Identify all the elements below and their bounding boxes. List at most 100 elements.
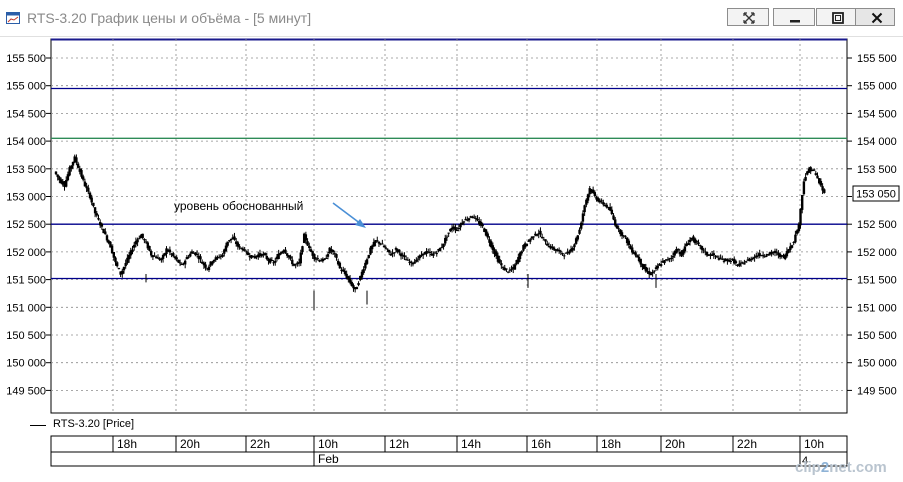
candle-body: [775, 251, 778, 253]
candle-body: [90, 197, 93, 203]
y-tick-label-left: 150 500: [6, 330, 46, 342]
candle-body: [83, 181, 87, 187]
price-candle: [148, 245, 151, 252]
candle-body: [559, 251, 563, 253]
candle-body: [586, 194, 590, 201]
y-tick-label-right: 153 500: [857, 164, 897, 176]
candle-body: [563, 255, 566, 257]
y-tick-label-left: 149 500: [6, 385, 46, 397]
candle-body: [389, 254, 393, 256]
candle-body: [148, 245, 151, 251]
y-tick-label-right: 155 500: [857, 53, 897, 65]
candle-body: [743, 263, 746, 265]
candle-body: [659, 264, 663, 266]
candle-body: [168, 249, 172, 253]
candle-body: [442, 243, 445, 248]
candle-body: [81, 176, 85, 180]
chart-window-icon: [6, 11, 20, 24]
time-axis: [50, 435, 848, 467]
candle-body: [153, 255, 156, 257]
candle-body: [104, 231, 107, 235]
candle-body: [506, 271, 510, 273]
candle-body: [224, 245, 228, 252]
y-tick-label-right: 152 000: [857, 247, 897, 259]
candle-body: [438, 247, 442, 252]
candle-body: [144, 241, 148, 243]
candle-body: [719, 257, 722, 259]
candle-body: [666, 259, 670, 261]
y-tick-label-left: 153 500: [6, 164, 46, 176]
candle-body: [357, 283, 360, 286]
maximize-button[interactable]: [816, 8, 858, 26]
candle-body: [734, 261, 738, 264]
price-chart[interactable]: 155 500 155 500 155 000 155 000 154 500 154 5…: [0, 36, 903, 482]
candle-body: [243, 249, 246, 251]
candle-body: [486, 233, 489, 238]
candle-body: [819, 181, 823, 186]
y-tick-label-left: 151 000: [6, 302, 46, 314]
restore-down-button[interactable]: [727, 8, 769, 26]
legend-line-swatch: [30, 425, 46, 426]
candle-body: [525, 243, 529, 247]
candle-body: [544, 239, 547, 242]
candle-body: [284, 249, 287, 254]
candle-body: [513, 264, 517, 270]
candle-body: [355, 287, 359, 290]
candle-body: [387, 249, 391, 253]
candle-body: [343, 271, 347, 275]
candle-body: [304, 234, 308, 241]
candle-body: [634, 252, 637, 256]
candle-body: [576, 235, 580, 240]
y-tick-label-right: 154 000: [857, 136, 897, 148]
candle-body: [105, 235, 109, 241]
candle-body: [386, 248, 389, 250]
candle-body: [688, 239, 692, 243]
close-icon: [871, 12, 883, 24]
y-tick-label-left: 152 500: [6, 219, 46, 231]
candle-body: [338, 262, 342, 269]
candle-body: [802, 181, 806, 195]
candle-body: [316, 258, 319, 260]
candle-body: [263, 253, 267, 256]
candle-body: [649, 273, 653, 276]
candle-body: [413, 261, 416, 264]
candle-body: [326, 254, 330, 257]
watermark-logo: clip2net.com: [795, 459, 887, 476]
candle-body: [410, 261, 413, 264]
candle-body: [115, 262, 119, 267]
candle-body: [454, 227, 457, 231]
candle-body: [476, 218, 479, 221]
candle-body: [416, 258, 420, 260]
candle-body: [500, 263, 503, 266]
minimize-button[interactable]: [773, 8, 815, 26]
y-tick-label-left: 153 000: [6, 192, 46, 204]
price-candle: [525, 243, 529, 247]
candle-body: [546, 243, 549, 246]
candle-body: [697, 242, 700, 245]
y-tick-label-left: 154 000: [6, 136, 46, 148]
y-tick-label-left: 154 500: [6, 108, 46, 120]
candle-body: [790, 245, 794, 248]
candle-body: [532, 236, 535, 238]
candle-body: [393, 252, 396, 254]
candle-body: [121, 270, 124, 275]
close-button[interactable]: [855, 8, 895, 26]
y-tick-label-left: 151 500: [6, 275, 46, 287]
candle-body: [212, 259, 216, 262]
candle-body: [187, 256, 190, 258]
candle-body: [265, 255, 268, 260]
x-tick-label: 22h: [250, 437, 270, 451]
candle-body: [274, 260, 277, 263]
candle-body: [362, 269, 365, 273]
candle-body: [467, 218, 471, 221]
candle-body: [614, 219, 617, 226]
maximize-icon: [832, 12, 844, 24]
candle-body: [656, 265, 659, 269]
last-price-label: 153 050: [856, 189, 896, 201]
candle-body: [124, 262, 127, 267]
candle-body: [325, 257, 328, 259]
candle-body: [639, 258, 642, 265]
candle-body: [561, 253, 564, 255]
x-tick-label: 18h: [601, 437, 621, 451]
candle-body: [687, 243, 690, 245]
